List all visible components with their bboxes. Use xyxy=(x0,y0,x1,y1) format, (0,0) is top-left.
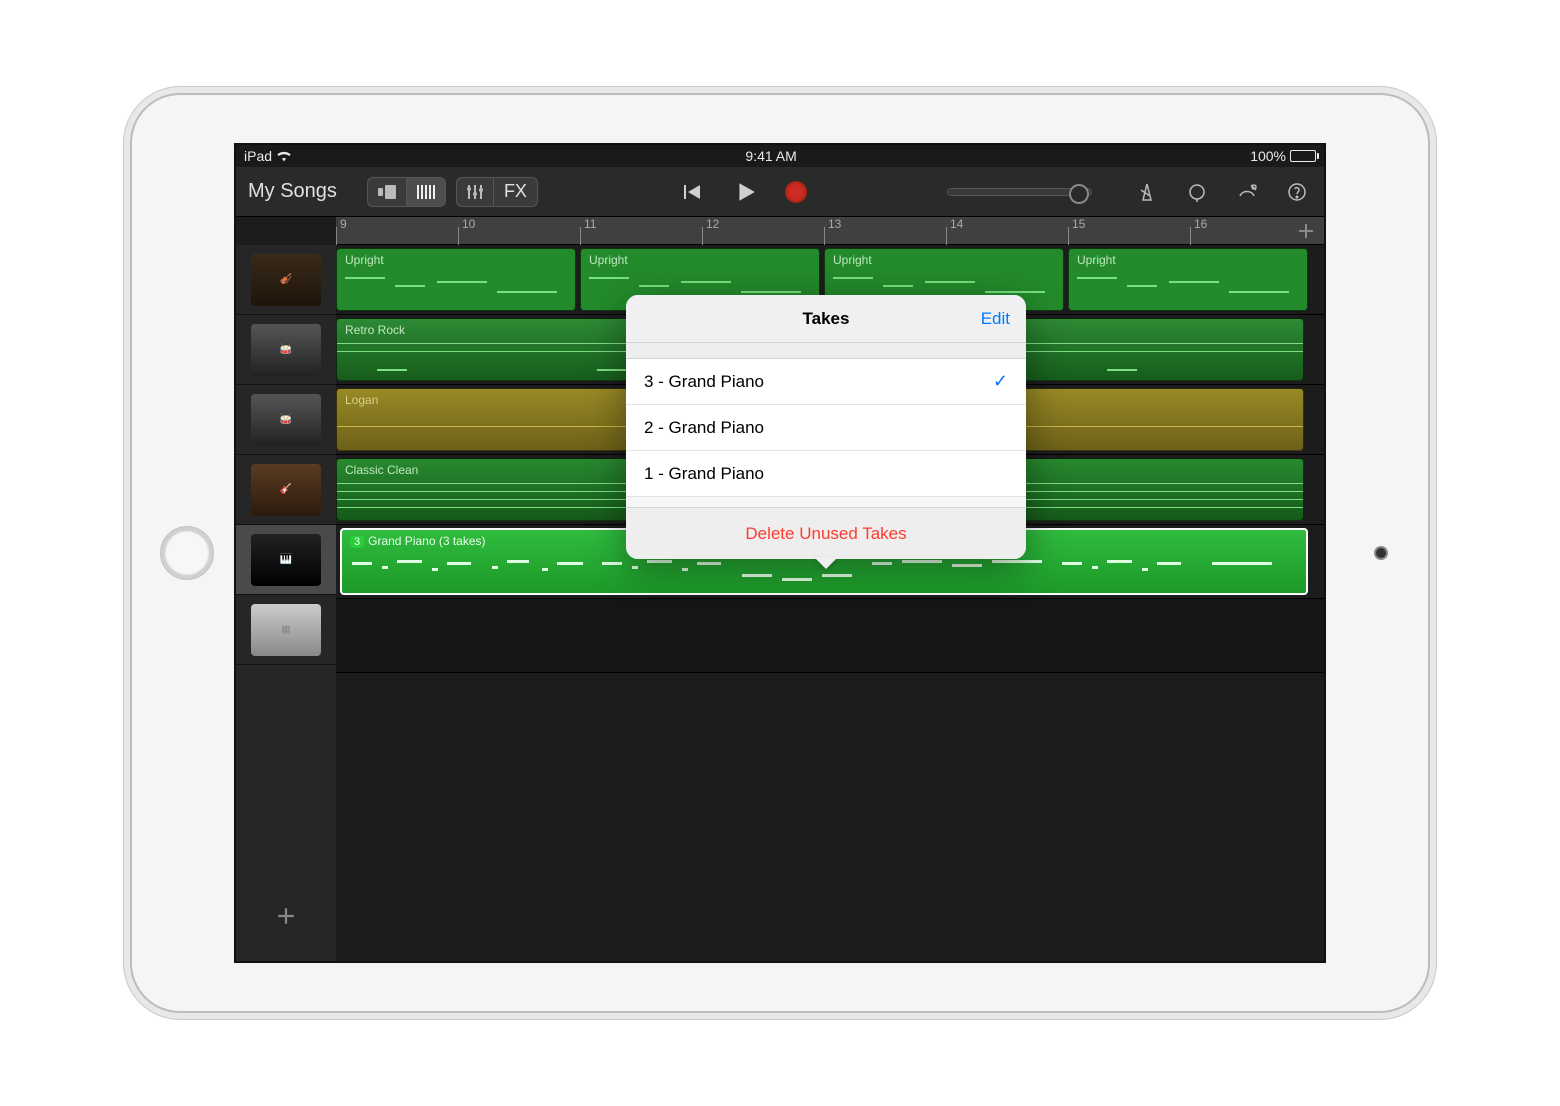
ruler-mark: 14 xyxy=(950,217,963,231)
midi-region[interactable]: Upright xyxy=(336,248,576,311)
master-volume-slider[interactable] xyxy=(947,188,1092,196)
my-songs-button[interactable]: My Songs xyxy=(248,180,337,203)
popover-title: Takes xyxy=(803,309,850,329)
metronome-icon[interactable] xyxy=(1132,177,1162,207)
ruler-mark: 12 xyxy=(706,217,719,231)
ruler-mark: 15 xyxy=(1072,217,1085,231)
controls-segmented-control[interactable]: FX xyxy=(456,177,538,207)
drum-kit-icon: 🥁 xyxy=(251,324,321,376)
play-button[interactable] xyxy=(731,177,761,207)
drum-machine-icon: ▦ xyxy=(251,604,321,656)
add-section-button[interactable] xyxy=(1296,221,1316,241)
add-track-button[interactable] xyxy=(236,881,336,951)
checkmark-icon: ✓ xyxy=(993,371,1008,392)
battery-percent: 100% xyxy=(1250,148,1286,164)
track-header-bass[interactable]: 🎻 xyxy=(236,245,336,315)
mixer-button[interactable] xyxy=(457,178,494,206)
take-item[interactable]: 2 - Grand Piano xyxy=(626,405,1026,451)
help-icon[interactable] xyxy=(1282,177,1312,207)
camera-icon xyxy=(1374,546,1388,560)
take-number-badge: 3 xyxy=(350,536,364,548)
track-header-drummachine[interactable]: ▦ xyxy=(236,595,336,665)
tracks-view-button[interactable] xyxy=(407,178,445,206)
ruler-mark: 11 xyxy=(584,217,596,231)
track-header-drums-2[interactable]: 🥁 xyxy=(236,385,336,455)
track-header-drums-1[interactable]: 🥁 xyxy=(236,315,336,385)
record-button[interactable] xyxy=(785,181,807,203)
takes-list: 3 - Grand Piano✓ 2 - Grand Piano 1 - Gra… xyxy=(626,359,1026,497)
track-header-piano[interactable]: 🎹 xyxy=(236,525,336,595)
status-bar: iPad 9:41 AM 100% xyxy=(236,145,1324,167)
take-item[interactable]: 3 - Grand Piano✓ xyxy=(626,359,1026,405)
take-item[interactable]: 1 - Grand Piano xyxy=(626,451,1026,497)
midi-region[interactable]: Upright xyxy=(1068,248,1308,311)
ipad-frame: iPad 9:41 AM 100% My Songs FX xyxy=(130,93,1430,1013)
home-button[interactable] xyxy=(160,526,214,580)
loop-icon[interactable] xyxy=(1182,177,1212,207)
ruler-mark: 10 xyxy=(462,217,475,231)
rewind-button[interactable] xyxy=(677,177,707,207)
app-toolbar: My Songs FX xyxy=(236,167,1324,217)
track-headers-column: 🎻 🥁 🥁 🎸 🎹 ▦ xyxy=(236,245,336,961)
track-row-empty[interactable] xyxy=(336,599,1324,673)
grand-piano-icon: 🎹 xyxy=(251,534,321,586)
status-time: 9:41 AM xyxy=(745,148,796,164)
settings-icon[interactable] xyxy=(1232,177,1262,207)
drum-kit-icon: 🥁 xyxy=(251,394,321,446)
ruler-mark: 13 xyxy=(828,217,841,231)
timeline-ruler[interactable]: 9 10 11 12 13 14 15 16 xyxy=(336,217,1324,245)
guitar-icon: 🎸 xyxy=(251,464,321,516)
ruler-mark: 16 xyxy=(1194,217,1207,231)
view-segmented-control[interactable] xyxy=(367,177,446,207)
app-screen: iPad 9:41 AM 100% My Songs FX xyxy=(234,143,1326,963)
takes-popover: Takes Edit 3 - Grand Piano✓ 2 - Grand Pi… xyxy=(626,295,1026,559)
upright-bass-icon: 🎻 xyxy=(251,254,321,306)
wifi-icon xyxy=(276,150,292,162)
edit-button[interactable]: Edit xyxy=(981,309,1010,329)
delete-unused-takes-button[interactable]: Delete Unused Takes xyxy=(626,507,1026,559)
fx-button[interactable]: FX xyxy=(494,178,537,206)
battery-icon xyxy=(1290,150,1316,162)
ruler-mark: 9 xyxy=(340,217,347,231)
popover-arrow-icon xyxy=(814,557,838,569)
track-header-guitar[interactable]: 🎸 xyxy=(236,455,336,525)
device-label: iPad xyxy=(244,148,272,164)
popover-header: Takes Edit xyxy=(626,295,1026,343)
browser-view-button[interactable] xyxy=(368,178,407,206)
